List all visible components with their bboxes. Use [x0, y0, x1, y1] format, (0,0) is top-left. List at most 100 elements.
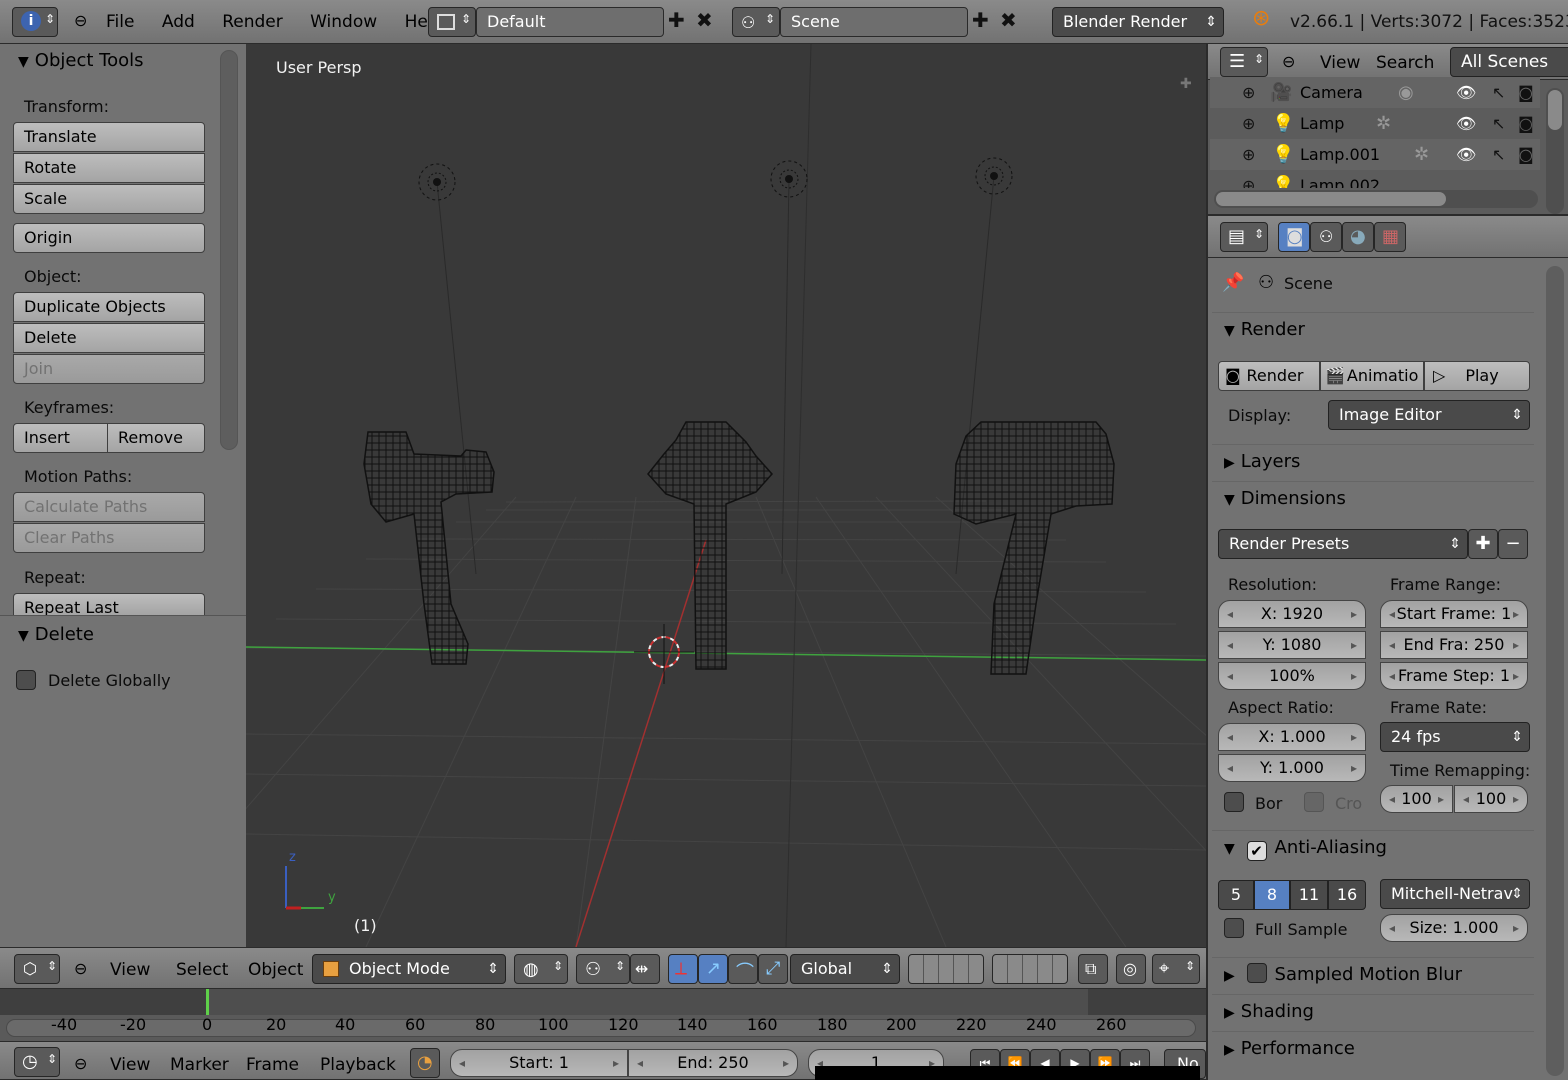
layer-buttons-2[interactable] — [992, 954, 1068, 984]
render-context-tab[interactable]: ◙ — [1278, 222, 1310, 252]
tool-shelf-scrollbar[interactable] — [220, 50, 238, 450]
current-frame-marker[interactable] — [206, 989, 209, 1015]
layer-buttons-1[interactable] — [908, 954, 984, 984]
render-presets-select[interactable]: Render Presets — [1218, 529, 1468, 559]
3d-viewport[interactable]: User Persp z y (1) ✚ — [246, 44, 1206, 947]
aa-sample-11[interactable]: 11 — [1290, 880, 1328, 910]
end-frame-prop-field[interactable]: End Fra: 250 — [1380, 631, 1528, 659]
scene-context-tab[interactable]: ⚇ — [1310, 222, 1342, 252]
delete-button[interactable]: Delete — [13, 323, 205, 353]
menu-marker[interactable]: Marker — [170, 1055, 229, 1075]
display-select[interactable]: Image Editor — [1328, 400, 1530, 430]
remove-scene-icon[interactable]: ✖ — [1000, 8, 1017, 32]
remap-new-field[interactable]: 100 — [1454, 785, 1528, 813]
manipulator-toggle[interactable]: ⟂ — [668, 954, 698, 984]
expand-icon[interactable]: ⊕ — [1242, 77, 1255, 108]
motion-blur-panel-header[interactable]: ▶ Sampled Motion Blur — [1212, 957, 1534, 991]
visibility-eye-icon[interactable]: 👁 — [1456, 108, 1476, 139]
rotate-button[interactable]: Rotate — [13, 153, 205, 183]
clear-paths-button[interactable]: Clear Paths — [13, 523, 205, 553]
editor-type-outliner-icon[interactable]: ☰ ⇕ — [1220, 47, 1268, 77]
outliner-row-lamp002[interactable]: ⊕ 💡 Lamp.002 — [1210, 170, 1540, 188]
outliner-item-name[interactable]: Camera — [1300, 77, 1363, 108]
proportional-edit-toggle[interactable]: ◎ — [1116, 954, 1146, 984]
scene-name-field[interactable]: Scene — [780, 7, 968, 37]
pin-icon[interactable]: 📌 — [1222, 272, 1244, 293]
crop-checkbox[interactable] — [1304, 792, 1324, 812]
select-arrow-icon[interactable]: ↖ — [1492, 108, 1505, 139]
visibility-eye-icon[interactable]: 👁 — [1456, 77, 1476, 108]
menu-add[interactable]: Add — [162, 12, 195, 32]
outliner-row-camera[interactable]: ⊕ 🎥 Camera ◉ 👁 ↖ ◙ — [1210, 77, 1540, 108]
pivot-point-select[interactable]: ⚇ ⇕ — [576, 954, 630, 984]
frame-step-field[interactable]: Frame Step: 1 — [1380, 662, 1528, 690]
scale-manipulator-toggle[interactable]: ⤢ — [758, 954, 788, 984]
menu-view[interactable]: View — [110, 1055, 150, 1075]
visibility-eye-icon[interactable]: 👁 — [1456, 139, 1476, 170]
calculate-paths-button[interactable]: Calculate Paths — [13, 492, 205, 522]
world-context-tab[interactable]: ◕ — [1342, 222, 1374, 252]
outliner-menu-view[interactable]: View — [1320, 53, 1360, 73]
collapse-menu-icon[interactable]: ⊖ — [74, 959, 87, 978]
add-scene-icon[interactable]: ✚ — [972, 8, 989, 32]
render-camera-icon[interactable]: ◙ — [1518, 139, 1534, 170]
display-mode-select[interactable]: All Scenes — [1450, 47, 1568, 77]
outliner-item-name[interactable]: Lamp.002 — [1300, 170, 1380, 188]
layers-panel-header[interactable]: ▶ Layers — [1212, 444, 1534, 478]
menu-object[interactable]: Object — [248, 960, 303, 980]
delete-globally-checkbox[interactable] — [16, 670, 36, 690]
border-checkbox[interactable] — [1224, 792, 1244, 812]
rotate-manipulator-toggle[interactable]: ⌒ — [728, 954, 758, 984]
join-button[interactable]: Join — [13, 354, 205, 384]
render-camera-icon[interactable]: ◙ — [1518, 77, 1534, 108]
object-mode-select[interactable]: Object Mode — [312, 954, 506, 984]
menu-render[interactable]: Render — [222, 12, 283, 32]
outliner-item-name[interactable]: Lamp.001 — [1300, 139, 1380, 170]
menu-view[interactable]: View — [110, 960, 150, 980]
transform-orientation-select[interactable]: Global — [790, 954, 900, 984]
remove-keyframe-button[interactable]: Remove — [107, 423, 205, 453]
timeline-ruler[interactable]: -40 -20 0 20 40 60 80 100 120 140 160 18… — [0, 1015, 1206, 1041]
aspect-y-field[interactable]: Y: 1.000 — [1218, 754, 1366, 782]
editor-type-3dview-icon[interactable]: ⬡ ⇕ — [14, 954, 60, 984]
motion-blur-checkbox[interactable] — [1246, 963, 1267, 983]
menu-window[interactable]: Window — [310, 12, 377, 32]
remove-preset-icon[interactable]: − — [1498, 529, 1528, 559]
outliner-row-lamp001[interactable]: ⊕ 💡 Lamp.001 ✲ 👁 ↖ ◙ — [1210, 139, 1540, 170]
properties-scrollbar[interactable] — [1546, 266, 1564, 1076]
translate-manipulator-toggle[interactable]: ↗ — [698, 954, 728, 984]
editor-type-info-icon[interactable]: i ⇕ — [12, 7, 58, 37]
aa-sample-5[interactable]: 5 — [1218, 880, 1254, 910]
start-frame-field[interactable]: Start: 1 — [450, 1049, 628, 1077]
insert-keyframe-button[interactable]: Insert — [13, 423, 108, 453]
outliner-scrollbar[interactable] — [1546, 88, 1564, 214]
duplicate-objects-button[interactable]: Duplicate Objects — [13, 292, 205, 322]
shading-panel-header[interactable]: ▶ Shading — [1212, 994, 1534, 1028]
outliner-row-lamp[interactable]: ⊕ 💡 Lamp ✲ 👁 ↖ ◙ — [1210, 108, 1540, 139]
menu-playback[interactable]: Playback — [320, 1055, 396, 1075]
editor-type-properties-icon[interactable]: ▤ ⇕ — [1220, 222, 1268, 252]
end-frame-field[interactable]: End: 250 — [628, 1049, 798, 1077]
preview-range-toggle[interactable]: ◔ — [410, 1048, 440, 1078]
repeat-last-button[interactable]: Repeat Last — [13, 593, 205, 615]
anti-aliasing-panel-header[interactable]: ▼ ✔ Anti-Aliasing — [1212, 830, 1534, 864]
resolution-x-field[interactable]: X: 1920 — [1218, 600, 1366, 628]
add-layout-icon[interactable]: ✚ — [668, 8, 685, 32]
lock-camera-toggle[interactable]: ⧉ — [1078, 954, 1108, 984]
select-arrow-icon[interactable]: ↖ — [1492, 77, 1505, 108]
collapse-menu-icon[interactable]: ⊖ — [74, 1054, 87, 1073]
play-animation-button[interactable]: ▷ Play — [1424, 361, 1530, 391]
layout-name-field[interactable]: Default — [476, 7, 664, 37]
collapse-menu-icon[interactable]: ⊖ — [1282, 52, 1295, 71]
expand-icon[interactable]: ⊕ — [1242, 108, 1255, 139]
viewport-shading-select[interactable]: ◍ ⇕ — [514, 954, 568, 984]
origin-button[interactable]: Origin — [13, 223, 205, 253]
timeline-scrollbar[interactable] — [6, 1019, 1196, 1037]
operator-panel-header[interactable]: ▼ Delete — [18, 624, 94, 645]
aspect-x-field[interactable]: X: 1.000 — [1218, 723, 1366, 751]
performance-panel-header[interactable]: ▶ Performance — [1212, 1031, 1534, 1065]
frame-rate-select[interactable]: 24 fps — [1380, 722, 1530, 752]
outliner-menu-search[interactable]: Search — [1376, 53, 1434, 73]
screen-layout-selector[interactable]: ⇕ — [428, 7, 476, 37]
render-image-button[interactable]: ◙ Render — [1218, 361, 1320, 391]
